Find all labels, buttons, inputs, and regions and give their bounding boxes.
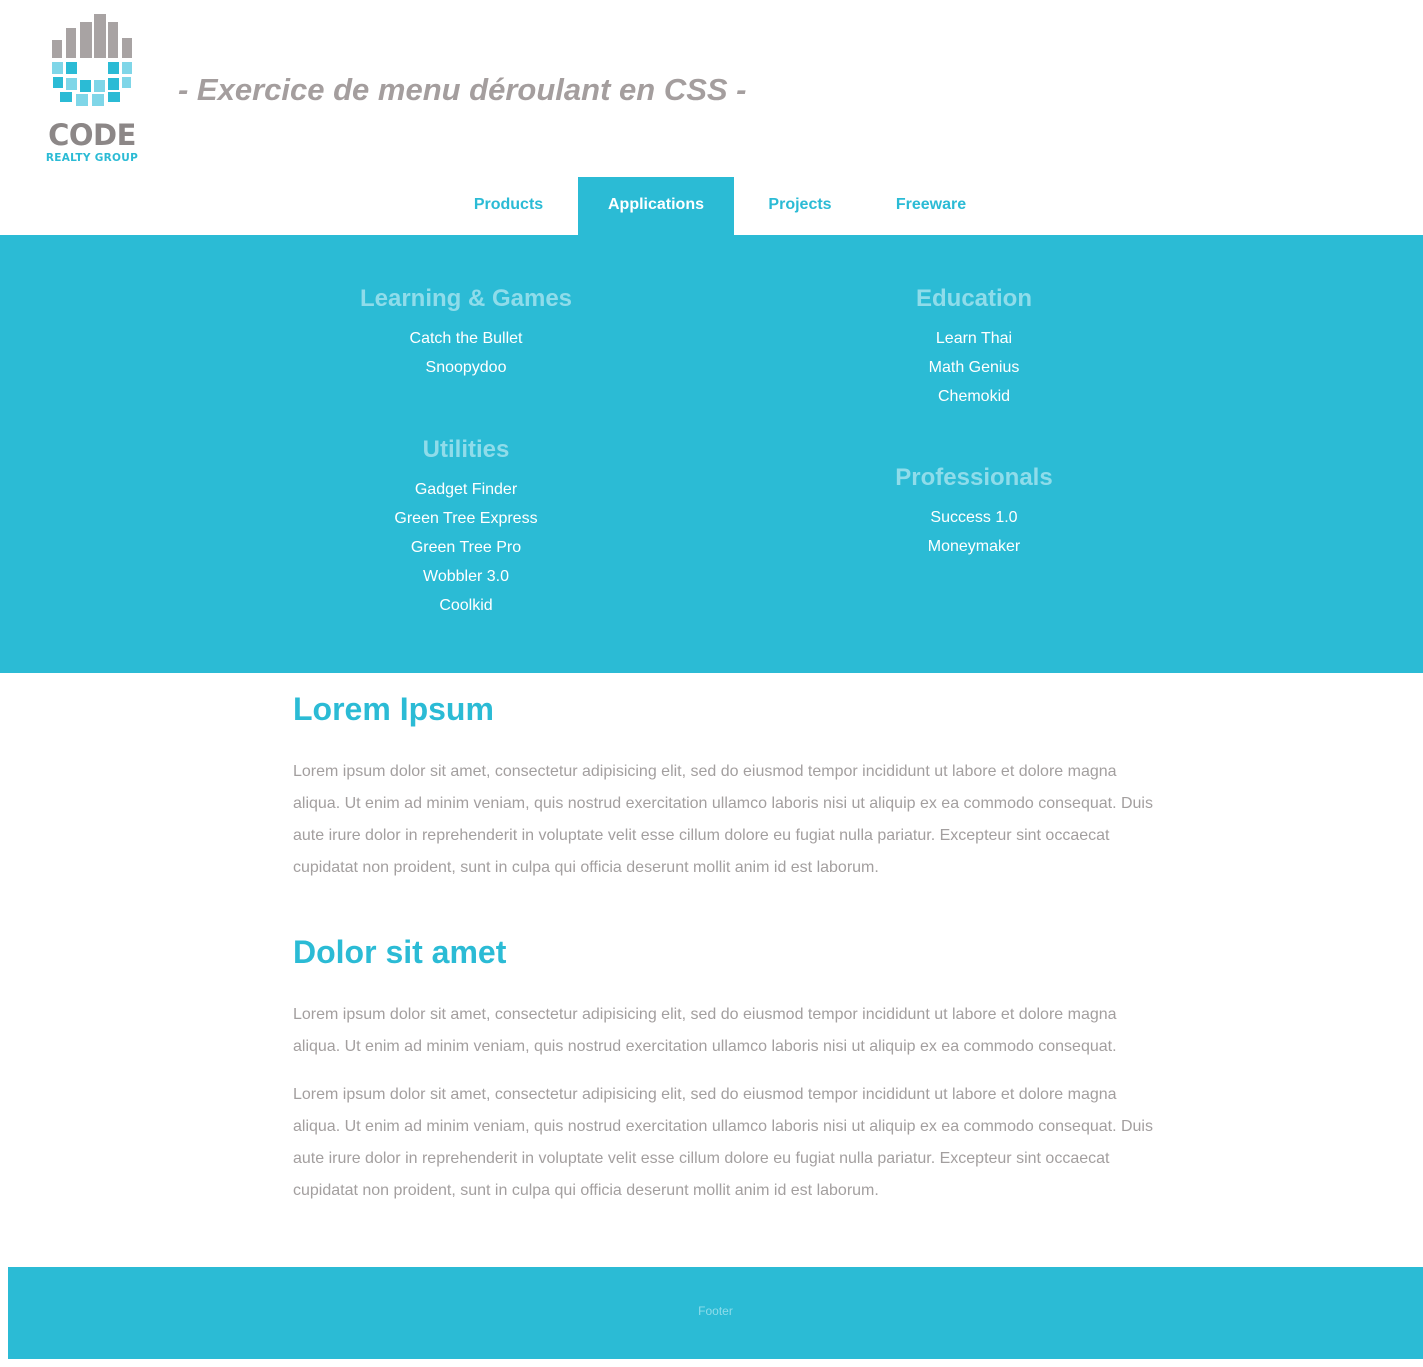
logo-tagline: REALTY GROUP	[45, 152, 139, 164]
dropdown-link[interactable]: Snoopydoo	[256, 353, 676, 382]
dropdown-group-professionals: Professionals Success 1.0 Moneymaker	[764, 461, 1184, 561]
building-bars-icon	[52, 14, 132, 106]
dropdown-link[interactable]: Catch the Bullet	[256, 324, 676, 353]
dropdown-group-learning-games: Learning & Games Catch the Bullet Snoopy…	[256, 282, 676, 382]
section-title: Lorem Ipsum	[293, 691, 494, 727]
dropdown-group-education: Education Learn Thai Math Genius Chemoki…	[764, 282, 1184, 411]
dropdown-group-utilities: Utilities Gadget Finder Green Tree Expre…	[256, 433, 676, 620]
content-section: Lorem Ipsum Lorem ipsum dolor sit amet, …	[293, 689, 1163, 884]
nav-item-freeware[interactable]: Freeware	[880, 177, 982, 235]
applications-dropdown: Learning & Games Catch the Bullet Snoopy…	[0, 235, 1423, 673]
dropdown-link[interactable]: Learn Thai	[764, 324, 1184, 353]
dropdown-list: Success 1.0 Moneymaker	[764, 503, 1184, 561]
main-nav: Products Applications Projects Freeware	[0, 177, 1423, 235]
dropdown-link[interactable]: Green Tree Express	[256, 504, 676, 533]
dropdown-link[interactable]: Wobbler 3.0	[256, 562, 676, 591]
nav-item-projects[interactable]: Projects	[755, 177, 845, 235]
section-paragraph: Lorem ipsum dolor sit amet, consectetur …	[293, 1006, 1117, 1055]
page-title: - Exercice de menu déroulant en CSS -	[178, 72, 747, 107]
dropdown-heading: Utilities	[422, 436, 510, 463]
dropdown-list: Gadget Finder Green Tree Express Green T…	[256, 475, 676, 620]
nav-item-products[interactable]: Products	[460, 177, 557, 235]
dropdown-link[interactable]: Math Genius	[764, 353, 1184, 382]
content-section: Dolor sit amet Lorem ipsum dolor sit ame…	[293, 932, 1163, 1207]
dropdown-link[interactable]: Chemokid	[764, 382, 1184, 411]
nav-item-applications[interactable]: Applications	[578, 177, 734, 235]
dropdown-link[interactable]: Green Tree Pro	[256, 533, 676, 562]
page-footer: Footer	[8, 1267, 1423, 1359]
dropdown-link[interactable]: Coolkid	[256, 591, 676, 620]
site-logo[interactable]: CODE REALTY GROUP	[44, 14, 140, 166]
dropdown-link[interactable]: Success 1.0	[764, 503, 1184, 532]
footer-text: Footer	[698, 1304, 733, 1318]
section-paragraph: Lorem ipsum dolor sit amet, consectetur …	[293, 1086, 1153, 1199]
dropdown-heading: Education	[915, 285, 1032, 312]
dropdown-heading: Learning & Games	[359, 285, 573, 312]
section-paragraph: Lorem ipsum dolor sit amet, consectetur …	[293, 763, 1153, 876]
dropdown-list: Catch the Bullet Snoopydoo	[256, 324, 676, 382]
dropdown-link[interactable]: Moneymaker	[764, 532, 1184, 561]
dropdown-link[interactable]: Gadget Finder	[256, 475, 676, 504]
dropdown-heading: Professionals	[895, 464, 1053, 491]
dropdown-list: Learn Thai Math Genius Chemokid	[764, 324, 1184, 411]
logo-wordmark: CODE	[48, 118, 136, 152]
section-title: Dolor sit amet	[293, 934, 507, 970]
